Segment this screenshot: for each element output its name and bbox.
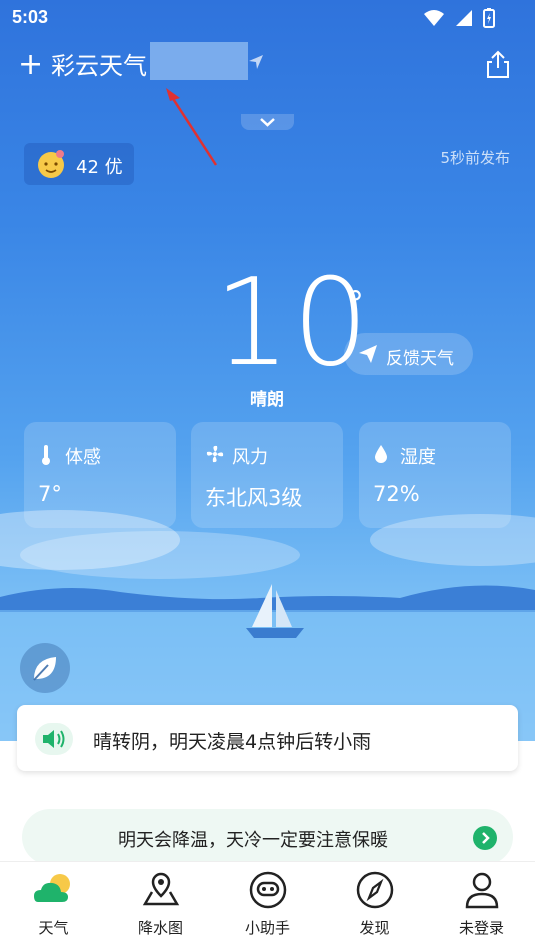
chevron-down-icon	[260, 118, 275, 127]
card-label: 体感	[65, 447, 101, 468]
card-label: 湿度	[400, 447, 436, 468]
current-condition: 晴朗	[250, 390, 284, 410]
feedback-weather-button[interactable]: 反馈天气	[344, 333, 473, 375]
card-label: 风力	[232, 447, 268, 468]
tip-banner[interactable]: 明天会降温，天冷一定要注意保暖	[22, 809, 513, 865]
publish-time: 5秒前发布	[440, 149, 510, 167]
forecast-summary-card[interactable]: 晴转阴，明天凌晨4点钟后转小雨	[17, 705, 518, 771]
nav-precip-map[interactable]: 降水图	[107, 862, 214, 952]
nav-label: 天气	[38, 919, 69, 937]
nav-discover[interactable]: 发现	[321, 862, 428, 952]
aqi-badge[interactable]: 42 优	[24, 143, 134, 185]
forecast-text: 晴转阴，明天凌晨4点钟后转小雨	[93, 731, 372, 753]
weather-background: 5:03 + 彩云天气 42 优 5秒前发布 10 ° 晴朗 反馈天气 体感 7…	[0, 0, 535, 741]
battery-icon	[483, 8, 495, 28]
nav-label: 未登录	[458, 919, 504, 937]
tip-text: 明天会降温，天冷一定要注意保暖	[118, 830, 388, 851]
speaker-button[interactable]	[35, 723, 73, 755]
card-feels-like[interactable]: 体感 7°	[24, 422, 176, 528]
leaf-icon	[33, 657, 56, 681]
signal-icon	[456, 10, 472, 26]
speaker-icon	[43, 730, 65, 748]
status-bar: 5:03	[0, 0, 535, 36]
weather-icon	[33, 874, 70, 902]
card-wind[interactable]: 风力 东北风3级	[191, 422, 343, 528]
status-time: 5:03	[12, 7, 49, 27]
expand-toggle[interactable]	[241, 114, 294, 130]
feedback-label: 反馈天气	[386, 349, 454, 369]
bottom-nav: 天气 降水图 小助手 发现 未登录	[0, 861, 535, 952]
card-value: 72%	[373, 482, 420, 506]
compass-icon	[356, 871, 393, 909]
nav-label: 小助手	[244, 919, 290, 937]
eco-mode-button[interactable]	[20, 643, 70, 693]
wifi-icon	[424, 10, 444, 26]
city-title[interactable]: 彩云天气	[51, 52, 147, 80]
share-icon[interactable]	[485, 50, 511, 80]
face-icon	[38, 150, 64, 178]
thermometer-icon	[42, 445, 50, 465]
fan-icon	[206, 445, 224, 463]
user-icon	[465, 872, 498, 909]
nav-weather[interactable]: 天气	[0, 862, 107, 952]
send-icon	[359, 345, 377, 363]
location-blur	[150, 42, 248, 80]
nav-label: 发现	[359, 919, 390, 937]
location-arrow-icon	[249, 55, 263, 69]
assistant-icon	[249, 871, 286, 909]
map-pin-icon	[142, 872, 179, 906]
add-city-button[interactable]: +	[18, 50, 43, 80]
nav-label: 降水图	[137, 919, 183, 937]
chevron-right-icon	[482, 832, 490, 844]
degree-symbol: °	[347, 284, 364, 324]
top-bar: + 彩云天气	[0, 42, 535, 88]
nav-assistant[interactable]: 小助手	[214, 862, 321, 952]
nav-account[interactable]: 未登录	[428, 862, 535, 952]
card-humidity[interactable]: 湿度 72%	[359, 422, 511, 528]
card-value: 东北风3级	[205, 486, 303, 510]
aqi-value: 42 优	[76, 157, 123, 178]
card-value: 7°	[38, 482, 62, 506]
drop-icon	[375, 445, 387, 463]
tip-arrow-button[interactable]	[473, 826, 497, 850]
